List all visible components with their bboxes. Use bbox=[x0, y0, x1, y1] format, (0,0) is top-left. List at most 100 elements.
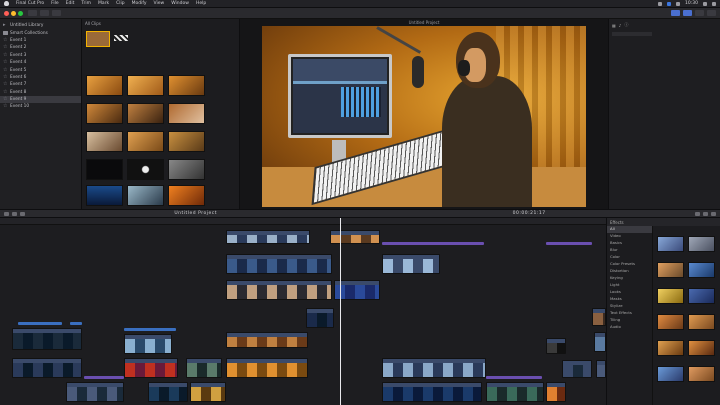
menu-clip[interactable]: Clip bbox=[116, 1, 125, 6]
menu-help[interactable]: Help bbox=[196, 1, 206, 6]
menu-mark[interactable]: Mark bbox=[98, 1, 109, 6]
clip-thumbnail[interactable] bbox=[168, 131, 205, 152]
connected-title-lane[interactable] bbox=[382, 242, 484, 245]
event-row[interactable]: ☆ Event 6 bbox=[0, 74, 81, 81]
timeline-clip[interactable] bbox=[330, 230, 380, 244]
connected-title-lane[interactable] bbox=[84, 376, 124, 379]
minimize-window-icon[interactable] bbox=[11, 10, 16, 16]
timeline-clip[interactable] bbox=[382, 382, 482, 402]
volume-icon[interactable] bbox=[676, 1, 681, 6]
timeline-clip[interactable] bbox=[592, 308, 606, 326]
event-row[interactable]: ☆ Event 5 bbox=[0, 66, 81, 73]
zoom-icon[interactable] bbox=[710, 211, 716, 216]
clip-thumbnail[interactable] bbox=[127, 131, 164, 152]
clip-thumbnail[interactable] bbox=[86, 103, 123, 124]
effect-thumbnail[interactable] bbox=[688, 314, 715, 330]
event-row[interactable]: ☆ Event 4 bbox=[0, 59, 81, 66]
event-row[interactable]: ☆ Event 3 bbox=[0, 52, 81, 59]
list-icon[interactable] bbox=[712, 1, 716, 6]
connected-lane[interactable] bbox=[18, 322, 62, 325]
timeline-clip[interactable] bbox=[226, 332, 308, 348]
selected-clip-thumbnail[interactable] bbox=[86, 31, 110, 47]
effect-thumbnail[interactable] bbox=[657, 288, 684, 304]
effect-thumbnail[interactable] bbox=[688, 262, 715, 278]
effects-category[interactable]: Audio bbox=[607, 324, 652, 331]
effects-category[interactable]: Keying bbox=[607, 275, 652, 282]
effect-thumbnail[interactable] bbox=[688, 236, 715, 252]
close-window-icon[interactable] bbox=[4, 10, 9, 16]
timeline-clip[interactable] bbox=[546, 382, 566, 402]
menu-app[interactable]: Final Cut Pro bbox=[16, 1, 44, 6]
snapping-icon[interactable] bbox=[694, 211, 700, 216]
clip-thumbnail[interactable] bbox=[168, 75, 205, 96]
timeline-clip[interactable] bbox=[226, 254, 332, 274]
timeline[interactable] bbox=[0, 218, 606, 405]
timeline-clip[interactable] bbox=[124, 334, 172, 354]
timeline-clip[interactable] bbox=[546, 338, 566, 354]
clip-thumbnail[interactable] bbox=[86, 185, 123, 206]
effects-category[interactable]: Video bbox=[607, 233, 652, 240]
effect-thumbnail[interactable] bbox=[688, 288, 715, 304]
effects-category[interactable]: Stylize bbox=[607, 303, 652, 310]
primary-storyline-clip[interactable] bbox=[186, 358, 222, 378]
connected-title-lane[interactable] bbox=[546, 242, 592, 245]
inspector-tab-icon[interactable]: ♪ bbox=[619, 23, 622, 28]
back-icon[interactable] bbox=[12, 211, 17, 216]
menu-view[interactable]: View bbox=[154, 1, 165, 6]
viewer-video-frame[interactable] bbox=[262, 26, 586, 207]
effects-category[interactable]: Text Effects bbox=[607, 310, 652, 317]
clip-thumbnail[interactable] bbox=[127, 103, 164, 124]
clip-filter-menu[interactable]: All Clips bbox=[85, 21, 101, 26]
clip-thumbnail[interactable] bbox=[127, 185, 164, 206]
timeline-clip[interactable] bbox=[382, 254, 440, 274]
show-browser-button[interactable] bbox=[671, 10, 680, 16]
effects-category[interactable]: Basics bbox=[607, 240, 652, 247]
effects-category[interactable]: Looks bbox=[607, 289, 652, 296]
keywords-button[interactable] bbox=[40, 10, 49, 16]
effects-category[interactable]: Color bbox=[607, 254, 652, 261]
timeline-clip[interactable] bbox=[594, 332, 606, 352]
effects-category[interactable]: Color Presets bbox=[607, 261, 652, 268]
share-button[interactable] bbox=[707, 10, 716, 16]
background-tasks-button[interactable] bbox=[52, 10, 61, 16]
effects-category[interactable]: Tiling bbox=[607, 317, 652, 324]
effect-thumbnail[interactable] bbox=[657, 340, 684, 356]
library-row[interactable]: ▸ Untitled Library bbox=[0, 22, 81, 29]
zoom-window-icon[interactable] bbox=[18, 10, 23, 16]
primary-storyline-clip[interactable] bbox=[562, 360, 592, 378]
smart-collections-row[interactable]: Smart Collections bbox=[0, 29, 81, 36]
connected-lane[interactable] bbox=[124, 328, 176, 331]
bluetooth-icon[interactable] bbox=[667, 1, 672, 6]
event-row-selected[interactable]: ☆ Event 9 bbox=[0, 95, 81, 104]
effects-category[interactable]: Distortion bbox=[607, 268, 652, 275]
event-row[interactable]: ☆ Event 8 bbox=[0, 89, 81, 96]
clip-thumbnail[interactable] bbox=[127, 159, 164, 180]
effect-thumbnail[interactable] bbox=[657, 262, 684, 278]
event-row[interactable]: ☆ Event 1 bbox=[0, 37, 81, 44]
forward-icon[interactable] bbox=[20, 211, 25, 216]
clip-thumbnail[interactable] bbox=[86, 75, 123, 96]
show-inspector-button[interactable] bbox=[695, 10, 704, 16]
clip-thumbnail[interactable] bbox=[127, 75, 164, 96]
timeline-clip[interactable] bbox=[306, 308, 334, 328]
menu-trim[interactable]: Trim bbox=[81, 1, 91, 6]
effect-thumbnail[interactable] bbox=[688, 366, 715, 382]
event-row[interactable]: ☆ Event 7 bbox=[0, 81, 81, 88]
effects-category[interactable]: Masks bbox=[607, 296, 652, 303]
connected-title-lane[interactable] bbox=[486, 376, 542, 379]
primary-storyline-clip[interactable] bbox=[382, 358, 486, 378]
event-row[interactable]: ☆ Event 10 bbox=[0, 103, 81, 110]
timeline-clip[interactable] bbox=[66, 382, 124, 402]
clip-thumbnail[interactable] bbox=[86, 131, 123, 152]
show-timeline-button[interactable] bbox=[683, 10, 692, 16]
skimming-icon[interactable] bbox=[702, 211, 708, 216]
timeline-clip[interactable] bbox=[12, 328, 82, 350]
timecode-display[interactable]: 00:00:21:17 bbox=[513, 211, 546, 216]
primary-storyline-clip[interactable] bbox=[596, 360, 606, 378]
timeline-clip[interactable] bbox=[148, 382, 188, 402]
clip-thumbnail[interactable] bbox=[168, 103, 205, 124]
effect-thumbnail[interactable] bbox=[688, 340, 715, 356]
primary-storyline-clip[interactable] bbox=[226, 358, 308, 378]
clip-thumbnail[interactable] bbox=[86, 159, 123, 180]
effects-category[interactable]: All bbox=[607, 226, 652, 233]
